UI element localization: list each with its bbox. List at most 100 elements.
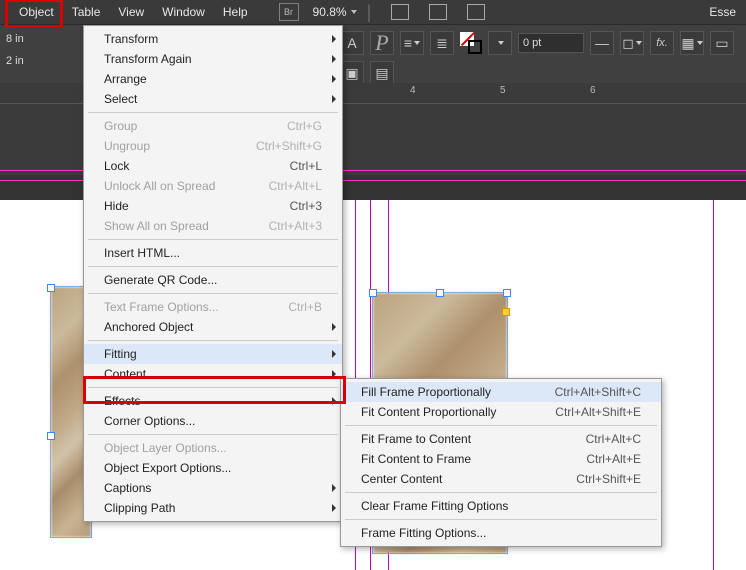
zoom-level[interactable]: 90.8% (313, 5, 347, 19)
menu-item-label: Anchored Object (104, 320, 322, 334)
stroke-weight-field[interactable]: 0 pt (518, 33, 584, 53)
textwrap-none-button[interactable]: ▭ (710, 31, 734, 55)
menu-help[interactable]: Help (214, 3, 257, 21)
object-menu: Transform Transform Again ArrangeSelect Gro… (83, 25, 343, 522)
menubar: Object Table View Window Help Br 90.8% |… (0, 0, 746, 25)
fitting-menu-item[interactable]: Center ContentCtrl+Shift+E (341, 469, 661, 489)
menu-item-label: Fitting (104, 347, 322, 361)
menu-item-shortcut: Ctrl+Alt+E (586, 452, 641, 466)
object-menu-item[interactable]: Transform (84, 29, 342, 49)
character-formatting-icon[interactable]: A (340, 31, 364, 55)
menu-separator (345, 492, 657, 493)
frame-handle[interactable] (436, 289, 444, 297)
object-menu-item: Show All on Spread Ctrl+Alt+3 (84, 216, 342, 236)
menu-view[interactable]: View (109, 3, 153, 21)
drop-shadow-button[interactable]: ▦ (680, 31, 704, 55)
zoom-dropdown-icon[interactable] (351, 10, 357, 14)
object-menu-item[interactable]: Arrange (84, 69, 342, 89)
arrange-documents-button[interactable] (461, 3, 491, 21)
object-menu-item: Object Layer Options... (84, 438, 342, 458)
object-menu-item: Unlock All on SpreadCtrl+Alt+L (84, 176, 342, 196)
menu-item-label: Corner Options... (104, 414, 322, 428)
frame-handle[interactable] (47, 432, 55, 440)
paragraph-formatting-icon[interactable]: P (370, 31, 394, 55)
frame-handle[interactable] (503, 289, 511, 297)
fitting-menu-item[interactable]: Fit Content to Frame Ctrl+Alt+E (341, 449, 661, 469)
menu-separator (88, 340, 338, 341)
object-menu-item[interactable]: Effects (84, 391, 342, 411)
control-panel-icons: A P ≡ ≣ 0 pt — ◻ fx. ▦ ▭ ▣ ▤ ▦ ▧ 100% ▦ … (340, 31, 746, 77)
menu-separator (345, 425, 657, 426)
menu-item-label: Content (104, 367, 322, 381)
menu-separator (88, 387, 338, 388)
menu-item-label: Generate QR Code... (104, 273, 322, 287)
fitting-menu-item[interactable]: Fill Frame ProportionallyCtrl+Alt+Shift+… (341, 382, 661, 402)
object-menu-item[interactable]: Insert HTML... (84, 243, 342, 263)
fitting-menu-item[interactable]: Fit Content ProportionallyCtrl+Alt+Shift… (341, 402, 661, 422)
stroke-style-button[interactable]: — (590, 31, 614, 55)
object-menu-item[interactable]: Generate QR Code... (84, 270, 342, 290)
submenu-arrow-icon (332, 35, 336, 43)
menu-item-label: Captions (104, 481, 322, 495)
fitting-menu-item[interactable]: Frame Fitting Options... (341, 523, 661, 543)
submenu-arrow-icon (332, 370, 336, 378)
menu-item-label: Group (104, 119, 255, 133)
menu-item-shortcut: Ctrl+Shift+E (576, 472, 641, 486)
menu-item-label: Clipping Path (104, 501, 322, 515)
menu-item-label: Unlock All on Spread (104, 179, 237, 193)
object-menu-item[interactable]: HideCtrl+3 (84, 196, 342, 216)
menu-item-label: Fit Content to Frame (361, 452, 554, 466)
corner-options-button[interactable]: ◻ (620, 31, 644, 55)
object-menu-item[interactable]: Clipping Path (84, 498, 342, 518)
frame-handle[interactable] (369, 289, 377, 297)
menu-window[interactable]: Window (153, 3, 214, 21)
frame-handle[interactable] (47, 284, 55, 292)
object-menu-item[interactable]: Corner Options... (84, 411, 342, 431)
menu-table[interactable]: Table (63, 3, 110, 21)
menu-object[interactable]: Object (10, 3, 63, 21)
menu-item-shortcut: Ctrl+Alt+Shift+C (555, 385, 641, 399)
object-menu-item[interactable]: Transform Again (84, 49, 342, 69)
menu-item-label: Transform (104, 32, 322, 46)
menu-item-label: Text Frame Options... (104, 300, 256, 314)
fitting-menu-item[interactable]: Fit Frame to ContentCtrl+Alt+C (341, 429, 661, 449)
ruler-tick: 6 (590, 85, 596, 96)
menu-item-label: Fit Content Proportionally (361, 405, 523, 419)
submenu-arrow-icon (332, 397, 336, 405)
object-menu-item[interactable]: Content (84, 364, 342, 384)
ruler-tick: 4 (410, 85, 416, 96)
effects-button[interactable]: fx. (650, 31, 674, 55)
object-menu-item[interactable]: LockCtrl+L (84, 156, 342, 176)
text-align-button[interactable]: ≡ (400, 31, 424, 55)
object-menu-item[interactable]: Captions (84, 478, 342, 498)
workspace-label[interactable]: Esse (709, 5, 736, 19)
menu-item-shortcut: Ctrl+Shift+G (256, 139, 322, 153)
object-menu-item[interactable]: Fitting (84, 344, 342, 364)
menu-item-label: Transform Again (104, 52, 322, 66)
menu-item-shortcut: Ctrl+Alt+3 (269, 219, 322, 233)
textwrap-jump-button[interactable]: ▤ (370, 61, 394, 85)
fill-dropdown-1[interactable] (488, 31, 512, 55)
object-menu-item[interactable]: Object Export Options... (84, 458, 342, 478)
menu-item-label: Insert HTML... (104, 246, 322, 260)
fitting-submenu: Fill Frame ProportionallyCtrl+Alt+Shift+… (340, 378, 662, 547)
menu-item-label: Show All on Spread (104, 219, 237, 233)
bridge-icon[interactable]: Br (279, 3, 299, 21)
textwrap-around-button[interactable]: ▣ (340, 61, 364, 85)
object-menu-item[interactable]: Select (84, 89, 342, 109)
menu-item-shortcut: Ctrl+3 (290, 199, 322, 213)
submenu-arrow-icon (332, 484, 336, 492)
list-button[interactable]: ≣ (430, 31, 454, 55)
frame-content-handle[interactable] (502, 308, 510, 316)
object-menu-item[interactable]: Anchored Object (84, 317, 342, 337)
menu-item-shortcut: Ctrl+G (287, 119, 322, 133)
menu-item-label: Object Export Options... (104, 461, 322, 475)
object-menu-item: Group Ctrl+G (84, 116, 342, 136)
fitting-menu-item[interactable]: Clear Frame Fitting Options (341, 496, 661, 516)
column-guide[interactable] (713, 200, 714, 570)
view-options-button[interactable] (385, 3, 415, 21)
submenu-arrow-icon (332, 95, 336, 103)
fill-stroke-swatch-1[interactable] (460, 32, 482, 54)
menu-item-label: Effects (104, 394, 322, 408)
screen-mode-button[interactable] (423, 3, 453, 21)
